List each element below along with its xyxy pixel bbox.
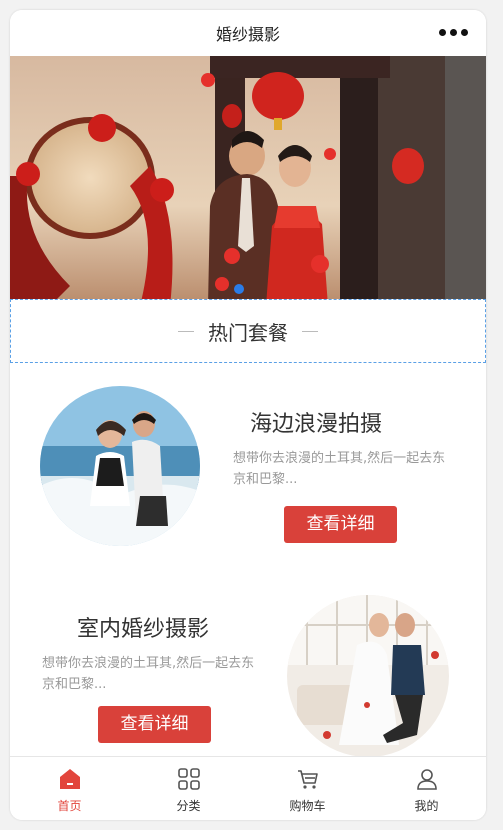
package-card-beach: 海边浪漫拍摄 想带你去浪漫的土耳其,然后一起去东京和巴黎... 查看详细 — [10, 380, 486, 560]
more-dots-icon[interactable] — [439, 24, 468, 40]
tab-profile[interactable]: 我的 — [367, 757, 486, 820]
divider — [302, 330, 318, 332]
view-details-button[interactable]: 查看详细 — [284, 506, 397, 543]
phone-frame: 婚纱摄影 热门套餐 海边浪漫拍摄 想带你去浪漫的土耳其,然后一起去东京和巴黎..… — [10, 10, 486, 820]
package-card-indoor: 室内婚纱摄影 想带你去浪漫的土耳其,然后一起去东京和巴黎... 查看详细 — [10, 575, 486, 757]
tab-label: 首页 — [57, 799, 82, 813]
bottom-tab-bar: 首页 分类 购物车 我的 — [10, 756, 486, 820]
tab-label: 我的 — [414, 799, 439, 813]
home-icon — [59, 769, 80, 789]
tab-category[interactable]: 分类 — [129, 757, 248, 820]
category-grid-icon — [177, 768, 200, 790]
carousel-indicator-dot[interactable] — [234, 284, 244, 294]
top-nav-bar: 婚纱摄影 — [10, 10, 486, 56]
banner-carousel[interactable] — [10, 56, 486, 306]
tab-label: 分类 — [176, 799, 201, 813]
package-title: 室内婚纱摄影 — [77, 617, 210, 642]
cart-icon — [297, 770, 318, 789]
tab-home[interactable]: 首页 — [10, 757, 129, 820]
package-description: 想带你去浪漫的土耳其,然后一起去东京和巴黎... — [233, 451, 446, 487]
user-icon — [416, 769, 437, 790]
beach-couple-photo[interactable] — [40, 386, 200, 546]
tab-label: 购物车 — [289, 799, 326, 813]
page-title: 婚纱摄影 — [215, 25, 280, 44]
hot-packages-heading: 热门套餐 — [10, 299, 486, 363]
indoor-couple-photo[interactable] — [287, 595, 449, 757]
divider — [178, 330, 194, 332]
view-details-button[interactable]: 查看详细 — [98, 706, 211, 743]
tab-cart[interactable]: 购物车 — [248, 757, 367, 820]
package-title: 海边浪漫拍摄 — [250, 412, 383, 437]
banner-image — [10, 56, 486, 306]
section-title: 热门套餐 — [208, 320, 288, 345]
package-description: 想带你去浪漫的土耳其,然后一起去东京和巴黎... — [42, 656, 255, 692]
